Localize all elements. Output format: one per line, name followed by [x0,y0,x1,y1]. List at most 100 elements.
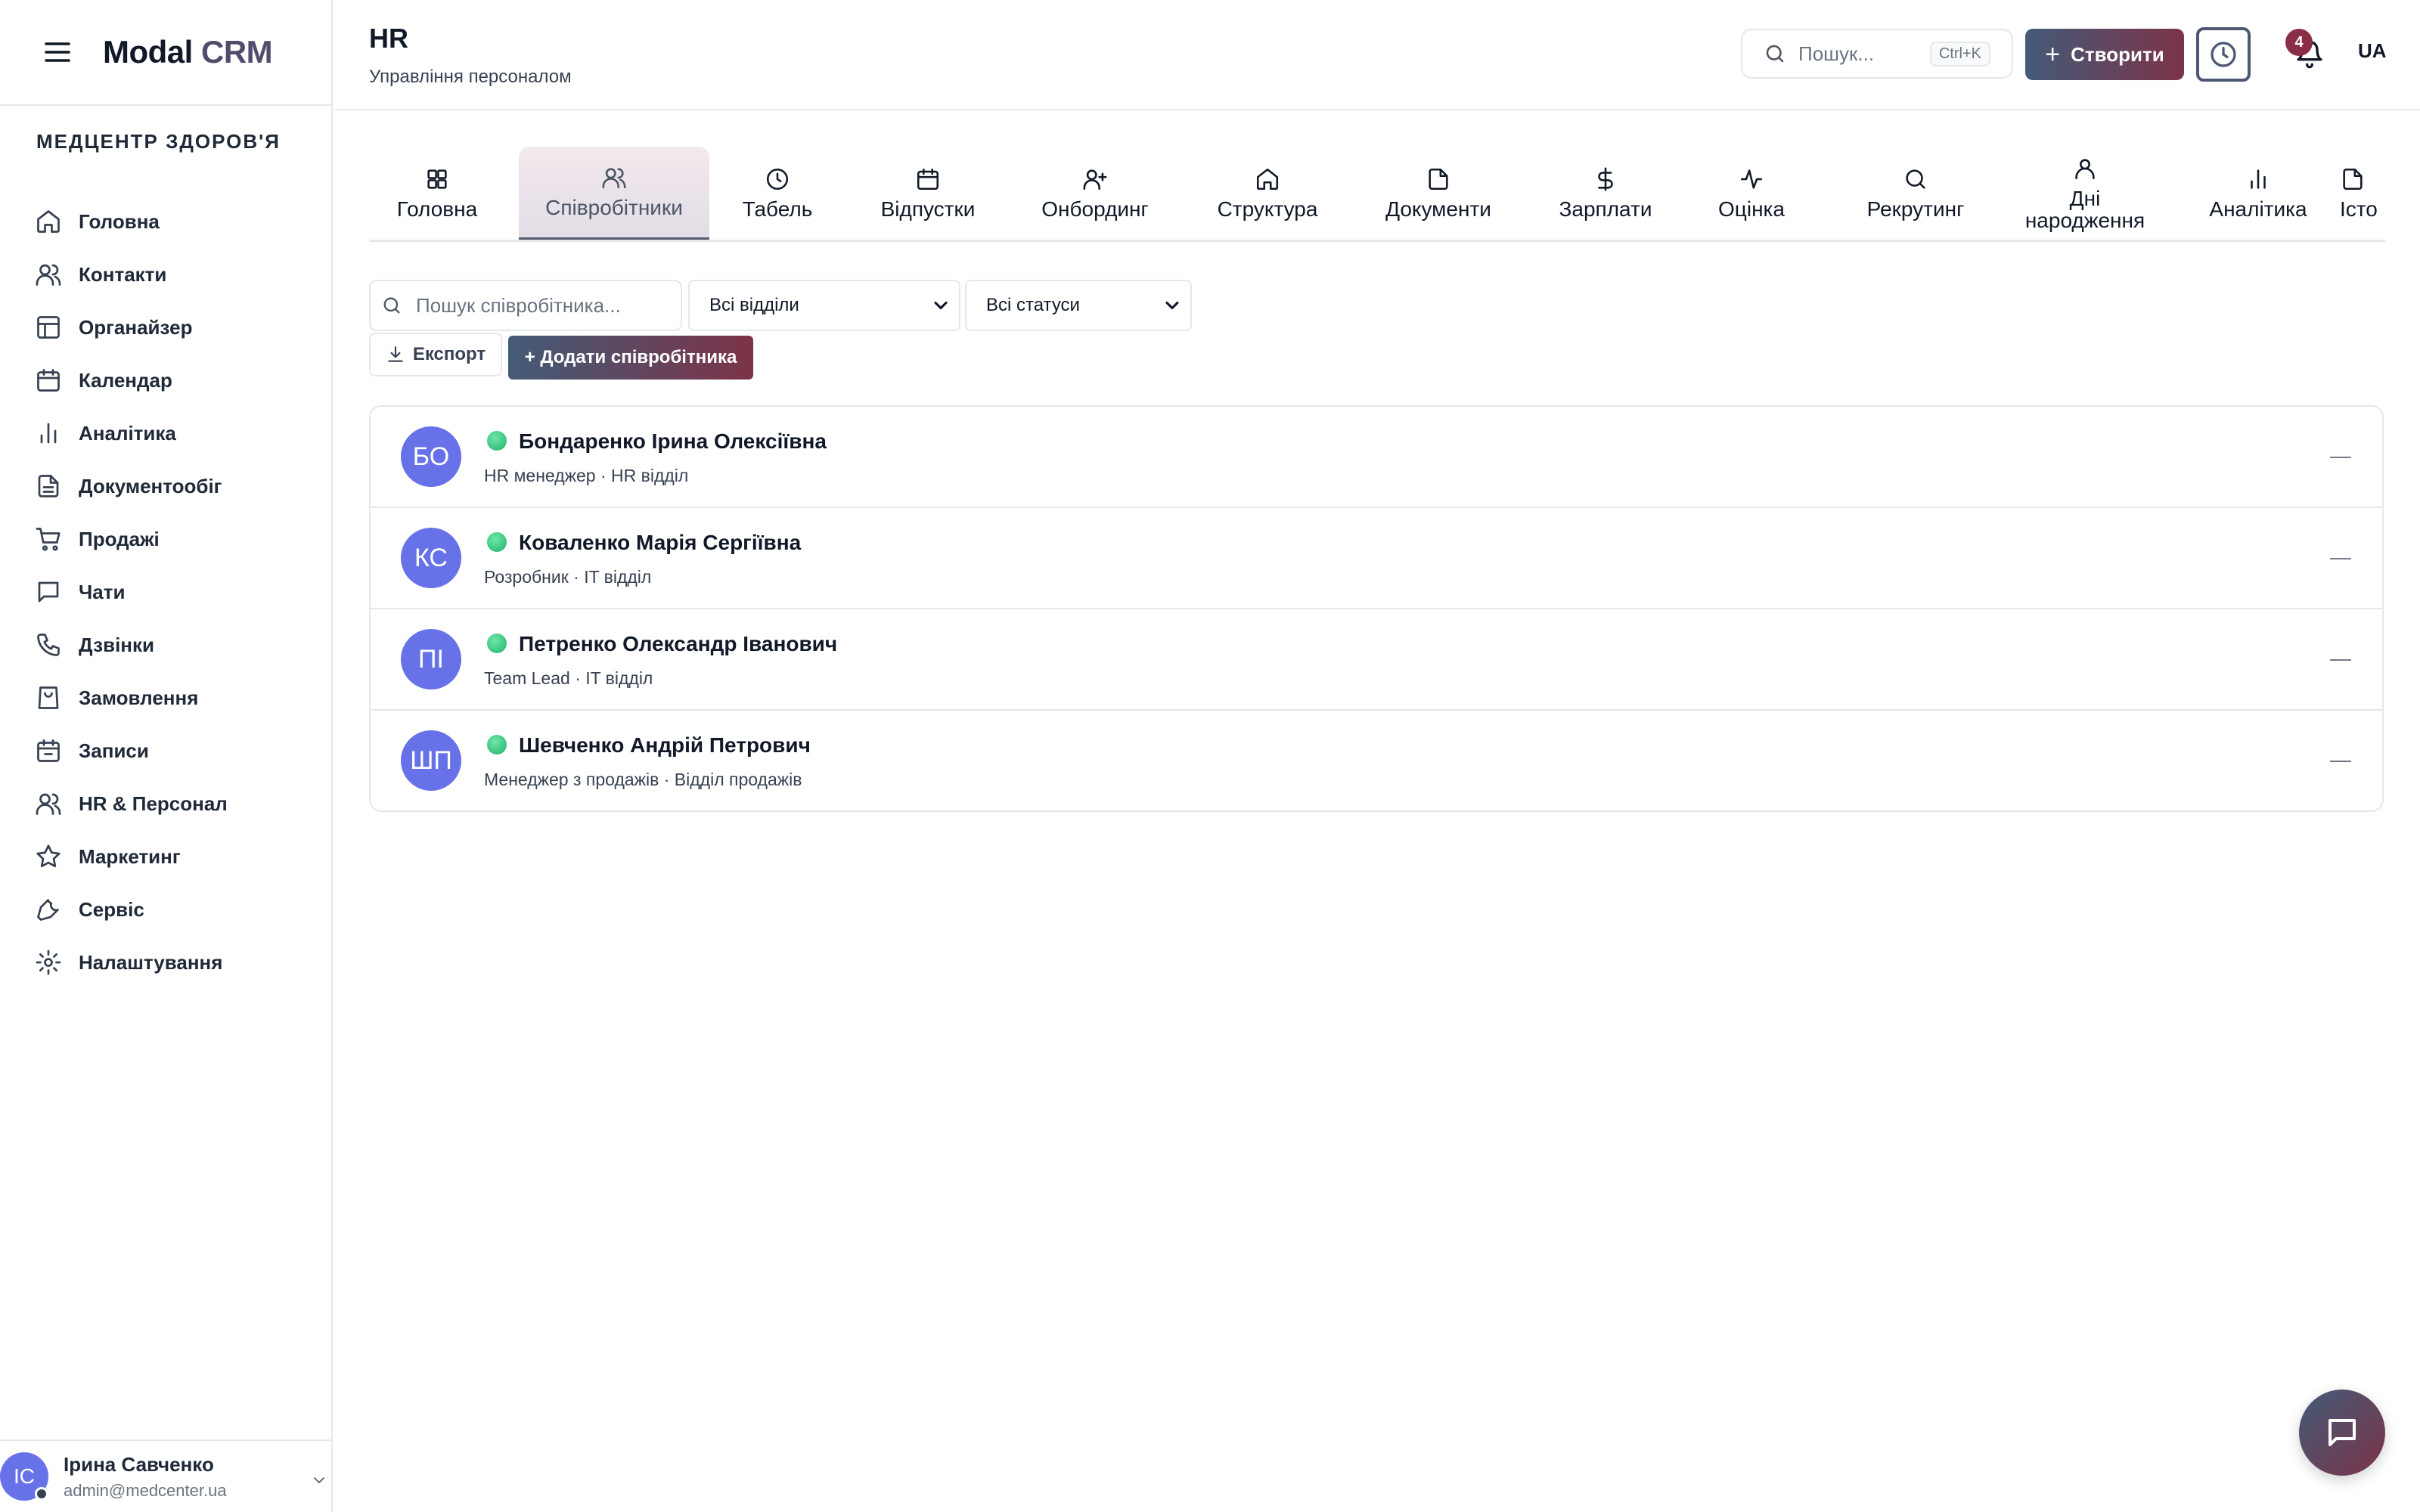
employee-row[interactable]: БО Бондаренко Ірина Олексіївна HR менедж… [371,407,2382,508]
sidebar-item-calendar[interactable]: Календар [30,354,318,407]
shopping-bag-icon [38,686,59,709]
search-icon [1766,45,1784,63]
status-select-value: Всі статуси [986,295,1080,315]
employee-avatar: ШП [401,730,461,791]
page-subtitle: Управління персоналом [369,67,572,87]
chevron-down-icon [934,301,948,310]
tab-structure[interactable]: Структура [1207,147,1328,240]
tab-label: Документи [1385,197,1491,222]
tab-vacations[interactable]: Відпустки [873,147,983,240]
sidebar-item-analytics[interactable]: Аналітика [30,407,318,460]
employee-search-input[interactable]: Пошук співробітника... [369,280,682,331]
employee-position: Менеджер з продажів · Відділ продажів [484,770,802,789]
add-employee-button[interactable]: + Додати співробітника [508,336,753,380]
sidebar-item-label: Документообіг [79,474,222,497]
tab-history[interactable]: Істо [2340,147,2385,240]
keyboard-shortcut: Ctrl+K [1929,41,1990,67]
wrench-icon [37,899,59,921]
sidebar-item-calls[interactable]: Дзвінки [30,618,318,671]
logo-main: Modal [103,34,193,70]
top-header: HR Управління персоналом Пошук... Ctrl+K… [334,0,2420,110]
employee-row[interactable]: ШП Шевченко Андрій Петрович Менеджер з п… [371,711,2382,810]
sidebar-item-hr[interactable]: HR & Персонал [30,777,318,830]
tab-birthdays[interactable]: Дні народження [2021,147,2149,240]
tab-label: Рекрутинг [1866,197,1965,222]
bar-chart-icon [40,423,57,444]
sidebar-item-sales[interactable]: Продажі [30,513,318,565]
tab-label: Структура [1217,197,1318,222]
tab-label: Дні народження [2024,186,2145,232]
tab-label: Істо [2340,197,2378,222]
employee-row[interactable]: КС Коваленко Марія Сергіївна Розробник ·… [371,508,2382,609]
tab-home[interactable]: Головна [369,147,505,240]
user-profile[interactable]: ІС Ірина Савченко admin@medcenter.ua [0,1439,333,1512]
create-button[interactable]: + Створити [2025,29,2184,80]
tab-label: Відпустки [880,197,976,222]
department-select[interactable]: Всі відділи [688,280,960,331]
language-switcher[interactable]: UA [2358,39,2387,63]
sidebar-item-label: Маркетинг [79,844,181,868]
tab-timesheet[interactable]: Табель [724,147,830,240]
chevron-down-icon [1165,301,1179,310]
row-actions-button[interactable]: — [2329,545,2352,569]
employee-name: Бондаренко Ірина Олексіївна [519,429,827,453]
employee-name: Шевченко Андрій Петрович [519,733,811,757]
row-actions-button[interactable]: — [2329,646,2352,670]
sidebar-item-settings[interactable]: Налаштування [30,936,318,989]
tab-recruiting[interactable]: Рекрутинг [1859,147,1972,240]
employee-name: Коваленко Марія Сергіївна [519,531,802,554]
sidebar-header: Modal CRM [0,0,331,106]
app-logo[interactable]: Modal CRM [103,34,273,70]
sidebar-item-appointments[interactable]: Записи [30,724,318,777]
global-search-input[interactable]: Пошук... Ctrl+K [1741,29,2013,79]
sidebar-item-label: Аналітика [79,421,176,445]
employee-avatar: БО [401,426,461,487]
sidebar-item-home[interactable]: Головна [30,195,318,248]
sidebar-item-marketing[interactable]: Маркетинг [30,830,318,883]
search-icon [383,297,400,314]
status-indicator [35,1487,48,1501]
employee-avatar: ПІ [401,629,461,689]
gear-icon [36,950,61,975]
online-status-dot [487,634,507,653]
sidebar-item-service[interactable]: Сервіс [30,883,318,936]
sidebar-item-label: Продажі [79,527,160,550]
export-button[interactable]: Експорт [369,333,502,376]
avatar: ІС [0,1452,48,1501]
clock-icon [2211,42,2236,67]
star-icon [36,844,60,868]
bar-chart-icon [2251,169,2266,189]
employee-row[interactable]: ПІ Петренко Олександр Іванович Team Lead… [371,609,2382,711]
chat-button[interactable] [2299,1390,2385,1476]
message-icon [2328,1419,2356,1446]
sidebar-item-documents[interactable]: Документообіг [30,460,318,513]
tab-analytics[interactable]: Аналітика [2207,147,2310,240]
tab-label: Онбординг [1041,197,1149,222]
employee-name: Петренко Олександр Іванович [519,632,838,655]
sidebar-item-organizer[interactable]: Органайзер [30,301,318,354]
plus-icon: + [2045,39,2061,69]
tab-employees[interactable]: Співробітники [519,147,709,240]
sidebar-item-label: HR & Персонал [79,792,228,815]
home-icon [1256,169,1279,191]
row-actions-button[interactable]: — [2329,444,2352,467]
tab-onboarding[interactable]: Онбординг [1035,147,1156,240]
sidebar-item-chats[interactable]: Чати [30,565,318,618]
sidebar-item-orders[interactable]: Замовлення [30,671,318,724]
employee-avatar: КС [401,528,461,588]
tab-evaluation[interactable]: Оцінка [1706,147,1797,240]
menu-icon[interactable] [42,37,73,67]
status-select[interactable]: Всі статуси [965,280,1192,331]
tab-salaries[interactable]: Зарплати [1549,147,1662,240]
row-actions-button[interactable]: — [2329,748,2352,771]
chevron-down-icon[interactable] [310,1471,328,1489]
tab-documents[interactable]: Документи [1375,147,1502,240]
search-icon [1906,169,1925,189]
time-tracking-button[interactable] [2196,27,2251,82]
employee-list: БО Бондаренко Ірина Олексіївна HR менедж… [369,405,2384,812]
sidebar-item-contacts[interactable]: Контакти [30,248,318,301]
sidebar-item-label: Сервіс [79,897,144,921]
organization-name: МЕДЦЕНТР ЗДОРОВ'Я [36,130,281,153]
download-icon [388,346,403,362]
online-status-dot [487,431,507,451]
